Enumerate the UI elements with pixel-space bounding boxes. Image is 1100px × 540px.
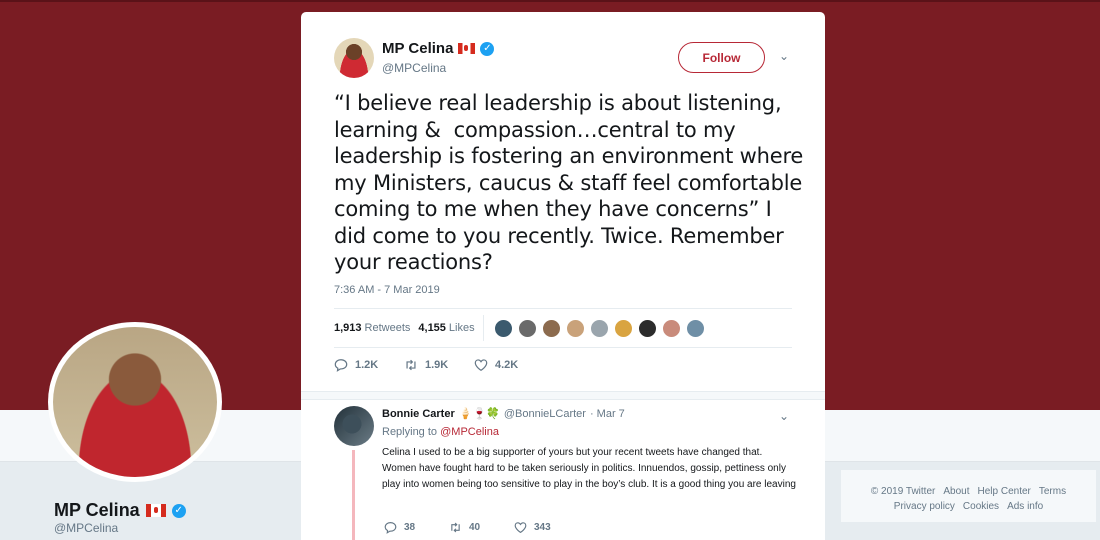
tweet-author-avatar[interactable] [334, 38, 374, 78]
profile-avatar[interactable] [48, 322, 222, 482]
reply-retweet-button[interactable]: 40 [449, 521, 514, 534]
like-button[interactable]: 4.2K [474, 358, 544, 372]
verified-badge-icon: ✓ [480, 41, 495, 56]
replying-to-prefix: Replying to [382, 426, 438, 438]
reply-reply-count: 38 [404, 522, 416, 533]
tweet-author-handle[interactable]: @MPCelina [382, 61, 446, 75]
retweets-count[interactable]: 1,913 [334, 322, 362, 334]
heart-icon [474, 359, 488, 371]
banner-top-edge [0, 0, 1100, 2]
footer-link-about[interactable]: About [943, 486, 969, 497]
footer-link-help-center[interactable]: Help Center [978, 486, 1031, 497]
liker-avatar[interactable] [661, 318, 681, 338]
retweet-icon [406, 359, 416, 371]
reply-header: Bonnie Carter 🍦🍷🍀 @BonnieLCarter · Mar 7 [382, 407, 625, 421]
like-count: 4.2K [495, 359, 519, 371]
liker-avatar[interactable] [589, 318, 609, 338]
footer-link-ads-info[interactable]: Ads info [1007, 501, 1043, 512]
tweet-actions: 1.2K 1.9K 4.2K [334, 358, 544, 372]
follow-button[interactable]: Follow [678, 42, 765, 73]
likes-label[interactable]: Likes [449, 322, 475, 334]
replying-to-link[interactable]: @MPCelina [440, 426, 499, 438]
reply-button[interactable]: 1.2K [334, 358, 404, 372]
liker-avatar[interactable] [565, 318, 585, 338]
reply-icon [384, 522, 397, 534]
stats-divider [482, 315, 484, 341]
tweet-stats: 1,913 Retweets 4,155 Likes [334, 308, 792, 348]
liker-avatar[interactable] [613, 318, 633, 338]
reply-like-count: 343 [534, 522, 551, 533]
likers-avatars [493, 318, 705, 338]
reply-author-handle[interactable]: @BonnieLCarter [504, 408, 586, 420]
reply-author-avatar[interactable] [334, 406, 374, 446]
thread-line [352, 450, 355, 540]
likes-count[interactable]: 4,155 [418, 322, 446, 334]
reply-actions: 38 40 343 [384, 521, 579, 534]
chevron-down-icon[interactable]: ⌄ [779, 409, 789, 423]
reply-author-emoji: 🍦🍷🍀 [458, 408, 500, 420]
profile-photo [53, 327, 217, 477]
verified-badge-icon: ✓ [171, 503, 186, 518]
canada-flag-icon [145, 504, 166, 517]
liker-avatar[interactable] [685, 318, 705, 338]
tweet-author-name-text: MP Celina [382, 40, 454, 57]
liker-avatar[interactable] [541, 318, 561, 338]
reply-date[interactable]: · Mar 7 [590, 408, 625, 420]
reply-author-name[interactable]: Bonnie Carter [382, 408, 455, 420]
reply-retweet-count: 40 [469, 522, 481, 533]
liker-avatar[interactable] [517, 318, 537, 338]
profile-name[interactable]: MP Celina ✓ [54, 500, 186, 521]
retweet-count: 1.9K [425, 359, 449, 371]
liker-avatar[interactable] [493, 318, 513, 338]
reply-count: 1.2K [355, 359, 379, 371]
retweet-icon [451, 522, 460, 533]
reply-like-button[interactable]: 343 [514, 521, 579, 534]
tweet-timestamp[interactable]: 7:36 AM - 7 Mar 2019 [334, 284, 440, 296]
footer-link-privacy[interactable]: Privacy policy [894, 501, 955, 512]
footer-links: © 2019 Twitter About Help Center Terms Priv… [840, 469, 1097, 523]
footer-link-cookies[interactable]: Cookies [963, 501, 999, 512]
heart-icon [514, 522, 527, 534]
reply-icon [334, 359, 348, 372]
chevron-down-icon[interactable]: ⌄ [779, 49, 789, 63]
profile-name-text: MP Celina [54, 500, 140, 520]
footer-copyright: © 2019 Twitter [870, 486, 936, 497]
replying-to: Replying to @MPCelina [382, 426, 499, 438]
retweets-label[interactable]: Retweets [365, 322, 411, 334]
retweet-button[interactable]: 1.9K [404, 358, 474, 372]
profile-handle[interactable]: @MPCelina [54, 521, 118, 535]
footer-link-terms[interactable]: Terms [1039, 486, 1066, 497]
replies-divider [301, 391, 825, 400]
liker-avatar[interactable] [637, 318, 657, 338]
reply-text: Celina I used to be a big supporter of y… [382, 447, 796, 490]
canada-flag-icon [458, 43, 476, 54]
reply-reply-button[interactable]: 38 [384, 521, 449, 534]
tweet-author-name[interactable]: MP Celina ✓ [382, 40, 495, 57]
tweet-text: “I believe real leadership is about list… [334, 91, 810, 274]
tweet-modal: MP Celina ✓ @MPCelina Follow ⌄ “I believ… [301, 12, 825, 540]
